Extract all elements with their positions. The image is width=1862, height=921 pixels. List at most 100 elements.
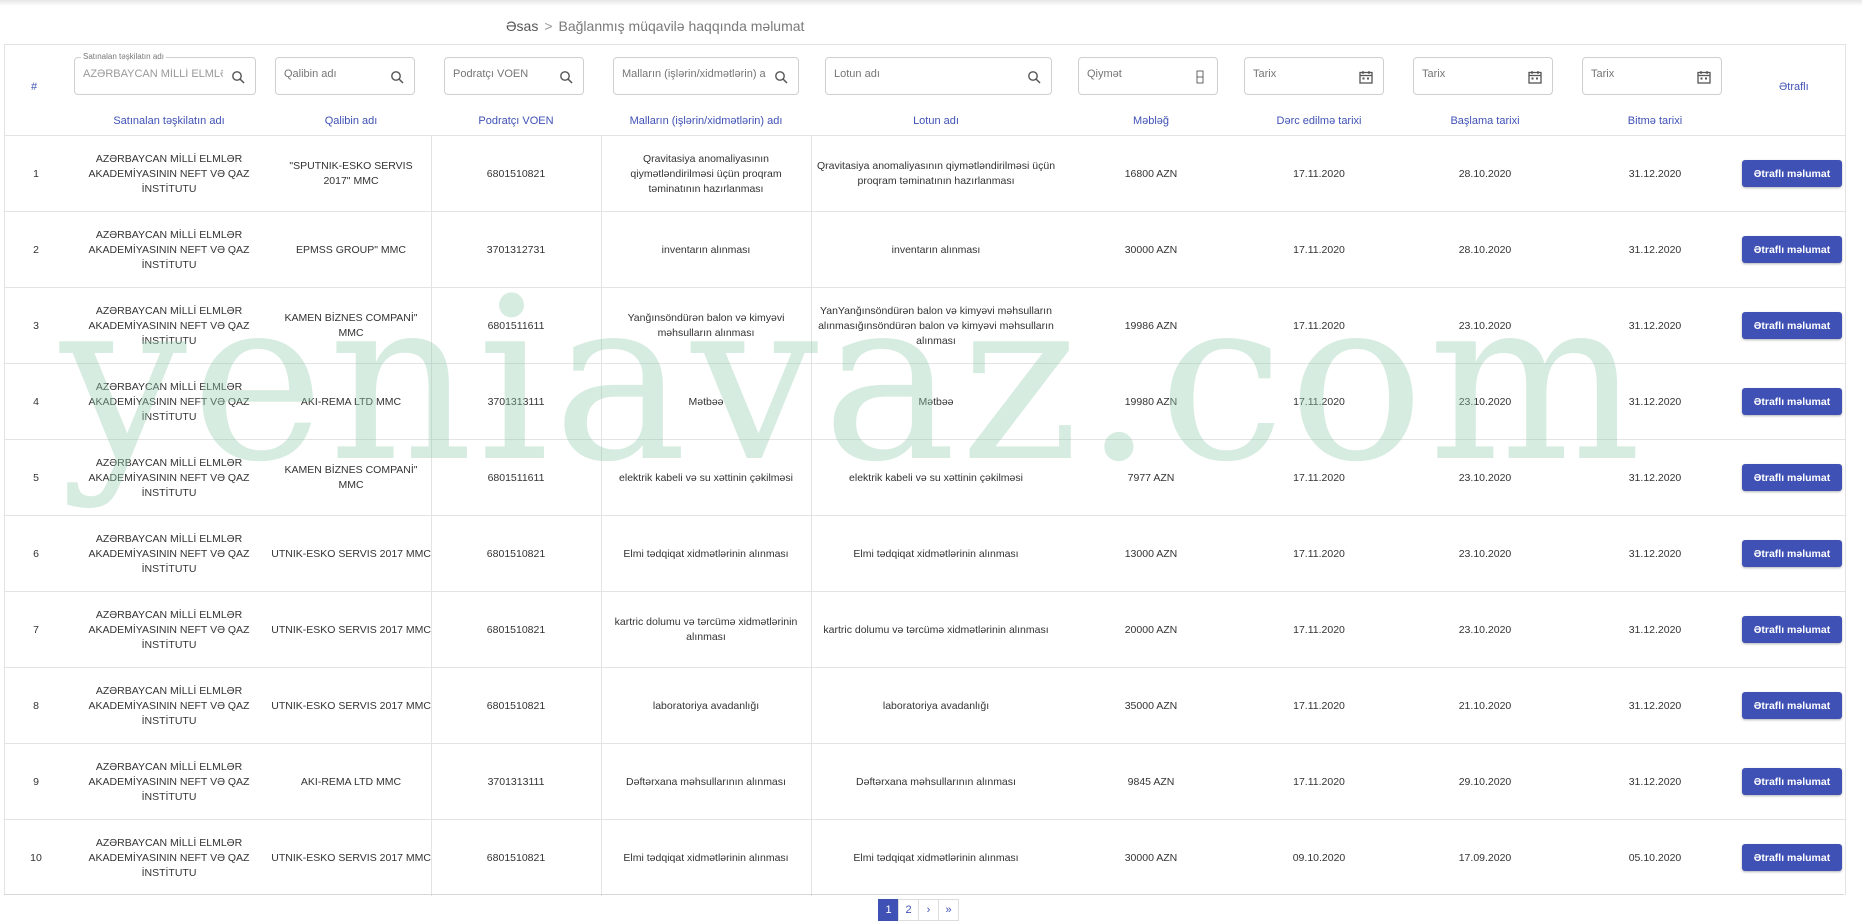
- column-header-amount[interactable]: Məbləğ: [1061, 115, 1241, 127]
- winner-cell: AKI-REMA LTD MMC: [300, 395, 402, 408]
- end-date-cell: 31.12.2020: [1628, 623, 1682, 636]
- published-date-cell: 09.10.2020: [1292, 851, 1346, 864]
- published-date-cell: 17.11.2020: [1293, 395, 1345, 408]
- search-icon[interactable]: [559, 70, 573, 84]
- lot-filter[interactable]: [825, 57, 1052, 95]
- voen-filter-input[interactable]: [453, 68, 551, 80]
- goods-cell: elektrik kabeli və su xəttinin çəkilməsi: [619, 471, 793, 484]
- org-cell: AZƏRBAYCAN MİLLİ ELMLƏR AKADEMİYASININ N…: [88, 456, 250, 499]
- start-date-cell: 17.09.2020: [1458, 851, 1512, 864]
- winner-cell: SPUTNIK-ESKO SERVIS 2017 MMC: [271, 547, 431, 560]
- search-icon[interactable]: [774, 70, 788, 84]
- voen-cell: 6801511611: [487, 319, 545, 332]
- details-button[interactable]: Ətraflı məlumat: [1742, 540, 1842, 567]
- price-filter-input[interactable]: [1087, 68, 1185, 80]
- end-date-filter[interactable]: [1582, 57, 1722, 95]
- end-date-input[interactable]: [1591, 68, 1689, 80]
- details-button[interactable]: Ətraflı məlumat: [1742, 616, 1842, 643]
- details-button[interactable]: Ətraflı məlumat: [1742, 388, 1842, 415]
- column-header-published[interactable]: Dərc edilmə tarixi: [1241, 115, 1397, 127]
- voen-cell: 6801510821: [486, 167, 546, 180]
- org-cell: AZƏRBAYCAN MİLLİ ELMLƏR AKADEMİYASININ N…: [88, 380, 250, 423]
- column-header-end[interactable]: Bitmə tarixi: [1573, 115, 1737, 127]
- voen-cell: 6801510821: [486, 623, 546, 636]
- table-bottom-border: [4, 894, 1844, 895]
- column-header-start[interactable]: Başlama tarixi: [1397, 115, 1573, 127]
- start-date-cell: 23.10.2020: [1458, 623, 1512, 636]
- amount-cell: 19986 AZN: [1124, 319, 1178, 332]
- published-date-cell: 17.11.2020: [1293, 319, 1345, 332]
- row-index: 6: [33, 547, 39, 560]
- org-cell: AZƏRBAYCAN MİLLİ ELMLƏR AKADEMİYASININ N…: [88, 152, 250, 195]
- end-date-cell: 31.12.2020: [1628, 395, 1682, 408]
- org-filter[interactable]: Satınalan təşkilatın adı: [74, 52, 256, 95]
- start-date-filter[interactable]: [1413, 57, 1553, 95]
- org-cell: AZƏRBAYCAN MİLLİ ELMLƏR AKADEMİYASININ N…: [88, 684, 250, 727]
- goods-cell: Qravitasiya anomaliyasının qiymətləndiri…: [630, 152, 782, 195]
- calendar-icon[interactable]: [1697, 70, 1711, 84]
- voen-cell: 6801511611: [487, 471, 545, 484]
- goods-filter-input[interactable]: [622, 68, 766, 80]
- search-icon[interactable]: [1027, 70, 1041, 84]
- details-button[interactable]: Ətraflı məlumat: [1742, 464, 1842, 491]
- details-button[interactable]: Ətraflı məlumat: [1742, 160, 1842, 187]
- voen-filter[interactable]: [444, 57, 584, 95]
- lot-cell: YanYanğınsöndürən balon və kimyəvi məhsu…: [818, 304, 1054, 347]
- voen-cell: 6801510821: [486, 851, 546, 864]
- voen-cell: 6801510821: [486, 547, 546, 560]
- amount-cell: 30000 AZN: [1124, 243, 1178, 256]
- amount-cell: 13000 AZN: [1124, 547, 1178, 560]
- calendar-icon[interactable]: [1528, 70, 1542, 84]
- page-button-1[interactable]: 1: [878, 899, 899, 921]
- column-header-winner[interactable]: Qalibin adı: [271, 115, 431, 127]
- lot-filter-input[interactable]: [834, 68, 1019, 80]
- details-button[interactable]: Ətraflı məlumat: [1742, 236, 1842, 263]
- amount-cell: 20000 AZN: [1124, 623, 1178, 636]
- winner-filter[interactable]: [275, 57, 415, 95]
- spinner-icon[interactable]: [1193, 70, 1207, 84]
- next-page-button[interactable]: ›: [918, 899, 939, 921]
- column-header-lot[interactable]: Lotun adı: [811, 115, 1061, 127]
- published-date-filter[interactable]: [1244, 57, 1384, 95]
- end-date-cell: 31.12.2020: [1628, 547, 1682, 560]
- table-row: 7 AZƏRBAYCAN MİLLİ ELMLƏR AKADEMİYASININ…: [5, 591, 1845, 668]
- org-filter-input[interactable]: [83, 68, 223, 80]
- published-date-cell: 17.11.2020: [1293, 623, 1345, 636]
- lot-cell: elektrik kabeli və su xəttinin çəkilməsi: [849, 471, 1023, 484]
- details-button[interactable]: Ətraflı məlumat: [1742, 312, 1842, 339]
- price-filter[interactable]: [1078, 57, 1218, 95]
- row-index: 7: [33, 623, 39, 636]
- details-button[interactable]: Ətraflı məlumat: [1742, 768, 1842, 795]
- lot-cell: Dəftərxana məhsullarının alınması: [856, 775, 1016, 788]
- lot-cell: kartric dolumu və tərcümə xidmətlərinin …: [823, 623, 1049, 636]
- start-date-cell: 23.10.2020: [1458, 319, 1512, 332]
- column-header-org[interactable]: Satınalan təşkilatın adı: [67, 115, 271, 127]
- details-button[interactable]: Ətraflı məlumat: [1742, 692, 1842, 719]
- published-date-input[interactable]: [1253, 68, 1351, 80]
- goods-filter[interactable]: [613, 57, 799, 95]
- last-page-button[interactable]: »: [938, 899, 959, 921]
- table-row: 10 AZƏRBAYCAN MİLLİ ELMLƏR AKADEMİYASINI…: [5, 819, 1845, 896]
- calendar-icon[interactable]: [1359, 70, 1373, 84]
- winner-filter-input[interactable]: [284, 68, 382, 80]
- table-row: 3 AZƏRBAYCAN MİLLİ ELMLƏR AKADEMİYASININ…: [5, 287, 1845, 364]
- goods-cell: kartric dolumu və tərcümə xidmətlərinin …: [614, 616, 798, 643]
- goods-cell: Elmi tədqiqat xidmətlərinin alınması: [623, 851, 789, 864]
- column-header-voen[interactable]: Podratçı VOEN: [431, 115, 601, 127]
- search-icon[interactable]: [231, 70, 245, 84]
- start-date-input[interactable]: [1422, 68, 1520, 80]
- breadcrumb-home[interactable]: Əsas: [506, 18, 538, 34]
- voen-cell: 3701313111: [487, 395, 545, 408]
- table-row: 4 AZƏRBAYCAN MİLLİ ELMLƏR AKADEMİYASININ…: [5, 363, 1845, 440]
- row-index: 2: [33, 243, 39, 256]
- end-date-cell: 31.12.2020: [1628, 319, 1682, 332]
- start-date-cell: 21.10.2020: [1458, 699, 1512, 712]
- details-button[interactable]: Ətraflı məlumat: [1742, 844, 1842, 871]
- column-header-goods[interactable]: Malların (işlərin/xidmətlərin) adı: [601, 115, 811, 127]
- table-row: 5 AZƏRBAYCAN MİLLİ ELMLƏR AKADEMİYASININ…: [5, 439, 1845, 516]
- page-button-2[interactable]: 2: [898, 899, 919, 921]
- end-date-cell: 31.12.2020: [1628, 775, 1682, 788]
- search-icon[interactable]: [390, 70, 404, 84]
- goods-cell: Dəftərxana məhsullarının alınması: [626, 775, 786, 788]
- filter-row: # Satınalan təşkilatın adı AZƏRBAYCAN Mİ…: [5, 45, 1845, 109]
